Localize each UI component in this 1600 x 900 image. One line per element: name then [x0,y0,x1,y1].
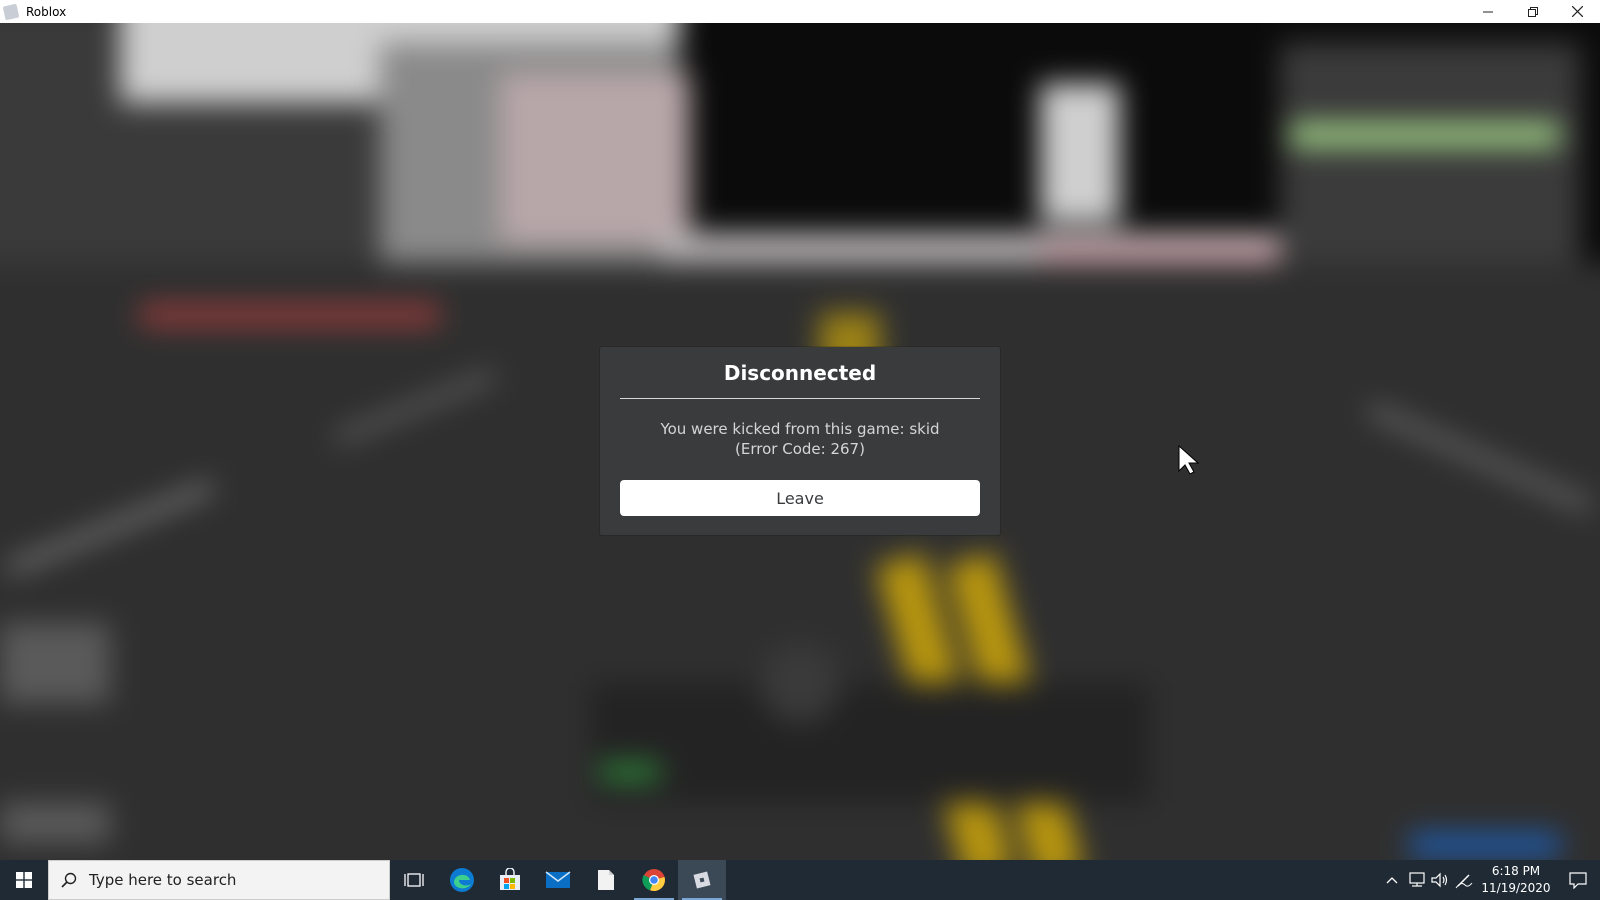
mouse-cursor-icon [1178,445,1200,475]
start-button[interactable] [0,860,48,900]
chrome-icon [642,869,665,892]
error-code: (Error Code: 267) [735,440,865,458]
pen-button[interactable] [1452,860,1476,900]
file-taskbar-button[interactable] [582,860,630,900]
roblox-icon [693,871,711,889]
clock-date: 11/19/2020 [1481,881,1551,895]
task-view-icon [404,873,424,887]
taskbar: Type here to search 6:18 PM 11/19/2020 [0,860,1600,900]
system-tray: 6:18 PM 11/19/2020 [1380,860,1600,900]
window-title: Roblox [26,4,67,19]
clock-time: 6:18 PM [1491,864,1541,878]
dialog-divider [620,398,980,399]
game-viewport[interactable]: Disconnected You were kicked from this g… [0,23,1600,860]
title-bar: Roblox [0,0,1600,23]
minimize-button[interactable] [1465,0,1510,23]
roblox-icon [2,3,20,20]
windows-start-icon [16,872,32,888]
search-icon [61,872,77,888]
dialog-message: You were kicked from this game: skid (Er… [620,419,980,459]
chrome-taskbar-button[interactable] [630,860,678,900]
search-placeholder: Type here to search [89,871,237,889]
pen-icon [1455,874,1473,889]
notification-icon [1569,872,1587,889]
restore-icon [1527,6,1538,17]
task-view-button[interactable] [390,860,438,900]
restore-button[interactable] [1510,0,1555,23]
roblox-taskbar-button[interactable] [678,860,726,900]
disconnected-dialog: Disconnected You were kicked from this g… [600,347,1000,535]
action-center-button[interactable] [1556,860,1600,900]
network-icon [1409,872,1425,887]
kick-message: You were kicked from this game: skid [660,420,940,438]
mail-icon [545,871,571,888]
volume-icon [1431,872,1448,888]
close-icon [1572,6,1583,17]
edge-icon [450,868,474,892]
mail-taskbar-button[interactable] [534,860,582,900]
store-icon [500,868,520,890]
taskbar-clock[interactable]: 6:18 PM 11/19/2020 [1476,863,1556,897]
dialog-title: Disconnected [723,361,877,385]
taskbar-search-box[interactable]: Type here to search [48,860,390,900]
store-taskbar-button[interactable] [486,860,534,900]
show-hidden-icons-button[interactable] [1380,860,1404,900]
file-icon [598,870,614,890]
network-button[interactable] [1404,860,1428,900]
window-controls [1465,0,1600,23]
volume-button[interactable] [1428,860,1452,900]
chevron-up-icon [1386,877,1398,884]
edge-taskbar-button[interactable] [438,860,486,900]
leave-button[interactable]: Leave [620,480,980,516]
close-button[interactable] [1555,0,1600,23]
minimize-icon [1482,11,1493,12]
